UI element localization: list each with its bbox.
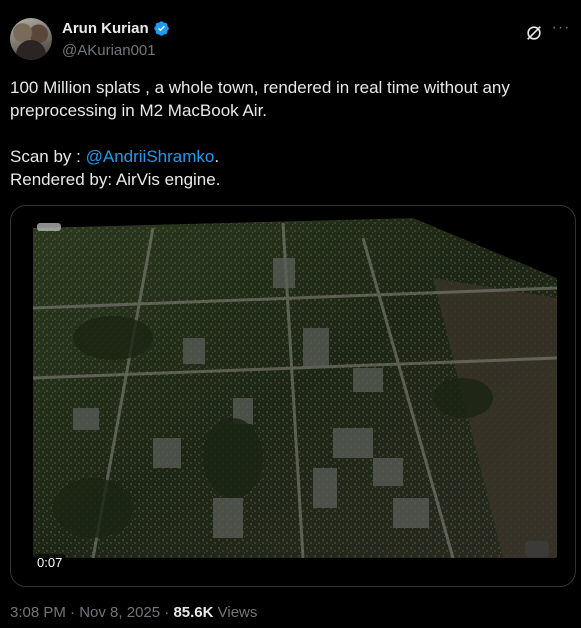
tweet-line-scan: Scan by : @AndriiShramko. <box>10 145 570 168</box>
volume-icon[interactable] <box>525 541 549 557</box>
grok-icon[interactable] <box>525 24 543 42</box>
author-display-name[interactable]: Arun Kurian <box>62 20 149 37</box>
media-badge <box>37 223 61 231</box>
tweet-text: 100 Million splats , a whole town, rende… <box>10 76 570 191</box>
mention-link[interactable]: @AndriiShramko <box>86 147 215 166</box>
scan-prefix: Scan by : <box>10 147 86 166</box>
tweet-meta: 3:08 PM · Nov 8, 2025 · 85.6K Views <box>10 604 257 621</box>
video-player[interactable]: 0:07 <box>10 205 576 587</box>
author-info: Arun Kurian @AKurian001 <box>62 20 170 59</box>
author-name[interactable]: Arun Kurian <box>62 20 170 37</box>
tweet-line-rendered: Rendered by: AirVis engine. <box>10 170 221 189</box>
tweet-line: 100 Million splats , a whole town, rende… <box>10 78 510 120</box>
views-count[interactable]: 85.6K <box>173 604 213 621</box>
tweet-date[interactable]: Nov 8, 2025 <box>79 604 160 621</box>
meta-separator-2: · <box>160 604 174 621</box>
avatar[interactable] <box>10 18 52 60</box>
meta-separator: · <box>65 604 80 621</box>
verified-badge-icon <box>153 21 169 36</box>
views-label: Views <box>213 604 258 621</box>
scan-suffix: . <box>214 147 220 166</box>
tweet-time[interactable]: 3:08 PM <box>10 604 66 621</box>
tweet-header: Arun Kurian @AKurian001 ··· <box>10 16 571 64</box>
author-handle[interactable]: @AKurian001 <box>62 42 170 59</box>
video-frame[interactable] <box>33 218 557 558</box>
more-options-icon[interactable]: ··· <box>551 20 571 40</box>
video-duration: 0:07 <box>33 554 67 571</box>
